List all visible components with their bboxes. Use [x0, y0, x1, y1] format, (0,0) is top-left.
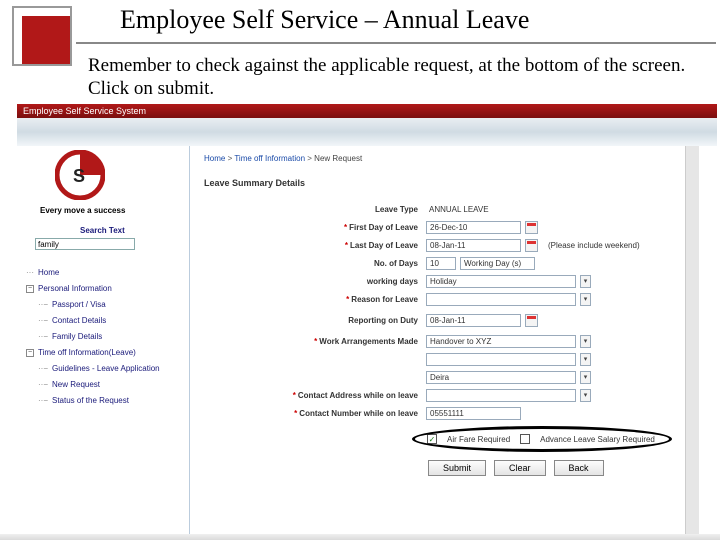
reason-select[interactable] — [426, 293, 576, 306]
working-days-label: working days — [204, 277, 426, 286]
contact-num-label: *Contact Number while on leave — [204, 409, 426, 418]
airfare-label: Air Fare Required — [447, 435, 510, 444]
reporting-input[interactable]: 08-Jan-11 — [426, 314, 521, 327]
dropdown-icon[interactable]: ▾ — [580, 371, 591, 384]
work-arr-select[interactable]: Handover to XYZ — [426, 335, 576, 348]
slide-title: Employee Self Service – Annual Leave — [120, 5, 700, 35]
collapse-icon[interactable]: − — [26, 285, 34, 293]
dropdown-icon[interactable]: ▾ — [580, 275, 591, 288]
first-day-input[interactable]: 26-Dec-10 — [426, 221, 521, 234]
contact-num-input[interactable]: 05551111 — [426, 407, 521, 420]
slide-subtitle: Remember to check against the applicable… — [88, 55, 708, 101]
no-days-input[interactable]: 10 — [426, 257, 456, 270]
collapse-icon[interactable]: − — [26, 349, 34, 357]
contact-addr-label: *Contact Address while on leave — [204, 391, 426, 400]
nav-contact[interactable]: ··−Contact Details — [38, 313, 160, 329]
first-day-label: *First Day of Leave — [204, 223, 426, 232]
calendar-icon[interactable] — [525, 314, 538, 327]
dropdown-icon[interactable]: ▾ — [580, 293, 591, 306]
scrollbar[interactable] — [685, 146, 699, 534]
leave-form: Leave Type ANNUAL LEAVE *First Day of Le… — [204, 200, 675, 422]
app-toolbar — [17, 118, 717, 146]
back-button[interactable]: Back — [554, 460, 604, 476]
search-input[interactable] — [35, 238, 135, 250]
reporting-label: Reporting on Duty — [204, 316, 426, 325]
main-pane: Home > Time off Information > New Reques… — [189, 146, 699, 534]
checkbox-row: ✓ Air Fare Required Advance Leave Salary… — [427, 434, 655, 444]
leave-type-value: ANNUAL LEAVE — [426, 205, 489, 214]
button-row: Submit Clear Back — [428, 460, 604, 476]
leave-type-label: Leave Type — [204, 205, 426, 214]
bottom-shade — [0, 534, 720, 540]
title-underline — [76, 42, 716, 44]
advance-checkbox[interactable] — [520, 434, 530, 444]
app-titlebar: Employee Self Service System — [17, 104, 717, 118]
dropdown-icon[interactable]: ▾ — [580, 335, 591, 348]
crumb-timeoff[interactable]: Time off Information — [234, 154, 305, 163]
dropdown-icon[interactable]: ▾ — [580, 389, 591, 402]
nav-tree: ···Home −Personal Information ··−Passpor… — [26, 265, 160, 409]
nav-newreq[interactable]: ··−New Request — [38, 377, 160, 393]
reason-label: *Reason for Leave — [204, 295, 426, 304]
extra-select-1[interactable] — [426, 353, 576, 366]
advance-label: Advance Leave Salary Required — [540, 435, 655, 444]
no-days-label: No. of Days — [204, 259, 426, 268]
work-arr-label: *Work Arrangements Made — [204, 337, 426, 346]
working-days-suffix: Working Day (s) — [460, 257, 535, 270]
nav-home[interactable]: ···Home — [26, 265, 160, 281]
crumb-current: New Request — [314, 154, 362, 163]
extra-select-2[interactable]: Deira — [426, 371, 576, 384]
last-day-label: *Last Day of Leave — [204, 241, 426, 250]
search-label: Search Text — [80, 226, 125, 235]
airfare-checkbox[interactable]: ✓ — [427, 434, 437, 444]
company-logo: S — [55, 150, 105, 205]
calendar-icon[interactable] — [525, 239, 538, 252]
weekend-note: (Please include weekend) — [548, 241, 640, 250]
submit-button[interactable]: Submit — [428, 460, 486, 476]
nav-timeoff[interactable]: −Time off Information(Leave) — [26, 345, 160, 361]
crumb-home[interactable]: Home — [204, 154, 225, 163]
calendar-icon[interactable] — [525, 221, 538, 234]
svg-text:S: S — [73, 166, 85, 186]
last-day-input[interactable]: 08-Jan-11 — [426, 239, 521, 252]
contact-addr-select[interactable] — [426, 389, 576, 402]
working-days-select[interactable]: Holiday — [426, 275, 576, 288]
clear-button[interactable]: Clear — [494, 460, 546, 476]
tagline: Every move a success — [40, 206, 125, 215]
breadcrumb: Home > Time off Information > New Reques… — [204, 154, 362, 163]
nav-family[interactable]: ··−Family Details — [38, 329, 160, 345]
section-title: Leave Summary Details — [204, 178, 305, 188]
nav-status[interactable]: ··−Status of the Request — [38, 393, 160, 409]
nav-passport[interactable]: ··−Passport / Visa — [38, 297, 160, 313]
dropdown-icon[interactable]: ▾ — [580, 353, 591, 366]
nav-guidelines[interactable]: ··−Guidelines - Leave Application — [38, 361, 160, 377]
brand-square — [12, 6, 72, 66]
nav-personal[interactable]: −Personal Information — [26, 281, 160, 297]
